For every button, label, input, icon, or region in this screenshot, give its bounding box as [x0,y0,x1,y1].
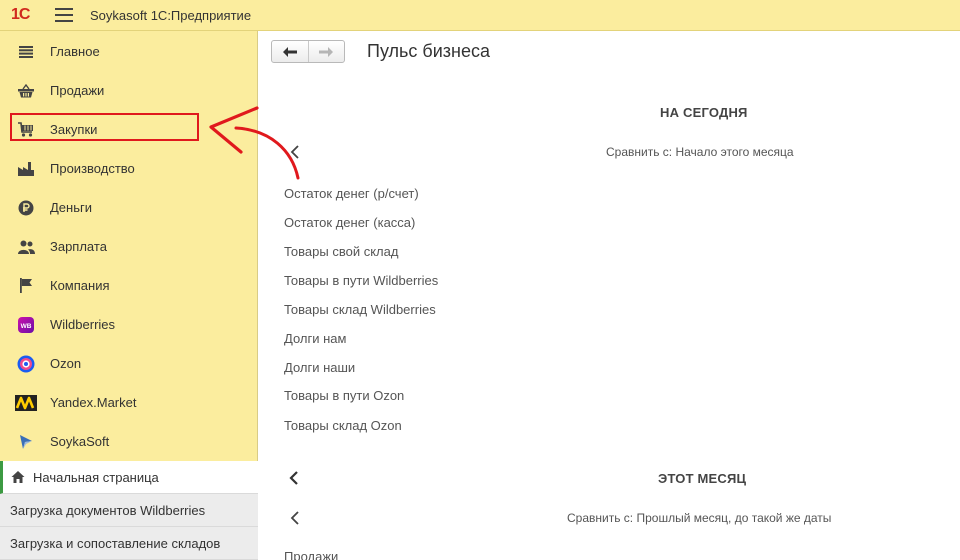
indicator-item[interactable]: Товары склад Wildberries [284,302,436,317]
sidebar-item-salary[interactable]: Зарплата [0,227,258,266]
sidebar-item-label: Yandex.Market [50,395,137,410]
sidebar-item-label: Компания [50,278,110,293]
sidebar-item-label: SoykaSoft [50,434,110,449]
open-windows-panel: Начальная страница Загрузка документов W… [0,461,258,560]
window-tab-wb-documents[interactable]: Загрузка документов Wildberries [0,494,258,527]
list-icon [17,43,35,61]
top-bar: 1С Soykasoft 1С:Предприятие [0,0,960,31]
sidebar-item-main[interactable]: Главное [0,32,258,71]
sidebar-item-soykasoft[interactable]: SoykaSoft [0,422,258,461]
sidebar-item-label: Продажи [50,83,105,98]
sidebar-item-label: Главное [50,44,100,59]
menu-icon[interactable] [55,8,73,22]
yandex-market-logo-icon [15,394,37,412]
sidebar-item-company[interactable]: Компания [0,266,258,305]
basket-icon [17,82,35,100]
sidebar-item-money[interactable]: Деньги [0,188,258,227]
window-tab-warehouses[interactable]: Загрузка и сопоставление складов [0,527,258,560]
flag-icon [17,277,35,295]
indicator-item[interactable]: Товары склад Ozon [284,418,402,433]
arrow-right-icon [319,46,334,57]
sidebar-item-sales[interactable]: Продажи [0,71,258,110]
app-title: Soykasoft 1С:Предприятие [90,7,252,23]
window-tab-label: Загрузка и сопоставление складов [10,535,221,551]
people-icon [17,238,35,256]
ruble-coin-icon [17,199,35,217]
wildberries-badge: WB [21,322,32,329]
sidebar-item-purchases[interactable]: Закупки [0,110,258,149]
sidebar-item-label: Зарплата [50,239,107,254]
ozon-logo-icon [17,355,35,373]
section-heading-month: ЭТОТ МЕСЯЦ [658,471,747,486]
main-content: Пульс бизнеса НА СЕГОДНЯ Сравнить с: Нач… [259,31,960,560]
section-heading-today: НА СЕГОДНЯ [660,105,748,120]
sidebar-item-production[interactable]: Производство [0,149,258,188]
sidebar-item-label: Wildberries [50,317,116,332]
window-tab-label: Начальная страница [33,469,159,485]
sidebar-item-label: Ozon [50,356,82,371]
chevron-left-icon[interactable] [288,510,302,526]
indicator-item[interactable]: Долги нам [284,331,346,346]
history-nav [271,40,345,63]
soykasoft-logo-icon [17,433,35,451]
indicator-item[interactable]: Продажи [284,549,338,560]
indicator-item[interactable]: Остаток денег (касса) [284,215,415,230]
sidebar-item-wildberries[interactable]: WB Wildberries [0,305,258,344]
indicator-item[interactable]: Товары в пути Wildberries [284,273,438,288]
indicator-item[interactable]: Остаток денег (р/счет) [284,186,419,201]
forward-button[interactable] [307,41,344,62]
chevron-left-icon[interactable] [287,470,301,486]
sidebar-item-yandex-market[interactable]: Yandex.Market [0,383,258,422]
wildberries-logo-icon: WB [17,316,35,334]
indicator-item[interactable]: Товары в пути Ozon [284,388,404,403]
window-tab-home[interactable]: Начальная страница [0,461,258,494]
cart-icon [17,121,35,139]
sidebar-item-ozon[interactable]: Ozon [0,344,258,383]
page-title: Пульс бизнеса [367,41,491,61]
back-button[interactable] [272,41,308,62]
chevron-left-icon[interactable] [288,144,302,160]
window-tab-label: Загрузка документов Wildberries [10,502,206,518]
sidebar-item-label: Деньги [50,200,92,215]
home-icon [11,471,25,483]
sections-sidebar: Главное Продажи Закупки Производство Ден… [0,31,258,461]
arrow-left-icon [282,46,297,57]
compare-selector-today[interactable]: Сравнить с: Начало этого месяца [606,145,794,159]
indicator-item[interactable]: Товары свой склад [284,244,398,259]
indicator-item[interactable]: Долги наши [284,360,355,375]
sidebar-item-label: Закупки [50,122,98,137]
compare-selector-month[interactable]: Сравнить с: Прошлый месяц, до такой же д… [567,511,831,525]
1c-logo[interactable]: 1С [11,6,45,24]
factory-icon [17,160,35,178]
sidebar-item-label: Производство [50,161,135,176]
